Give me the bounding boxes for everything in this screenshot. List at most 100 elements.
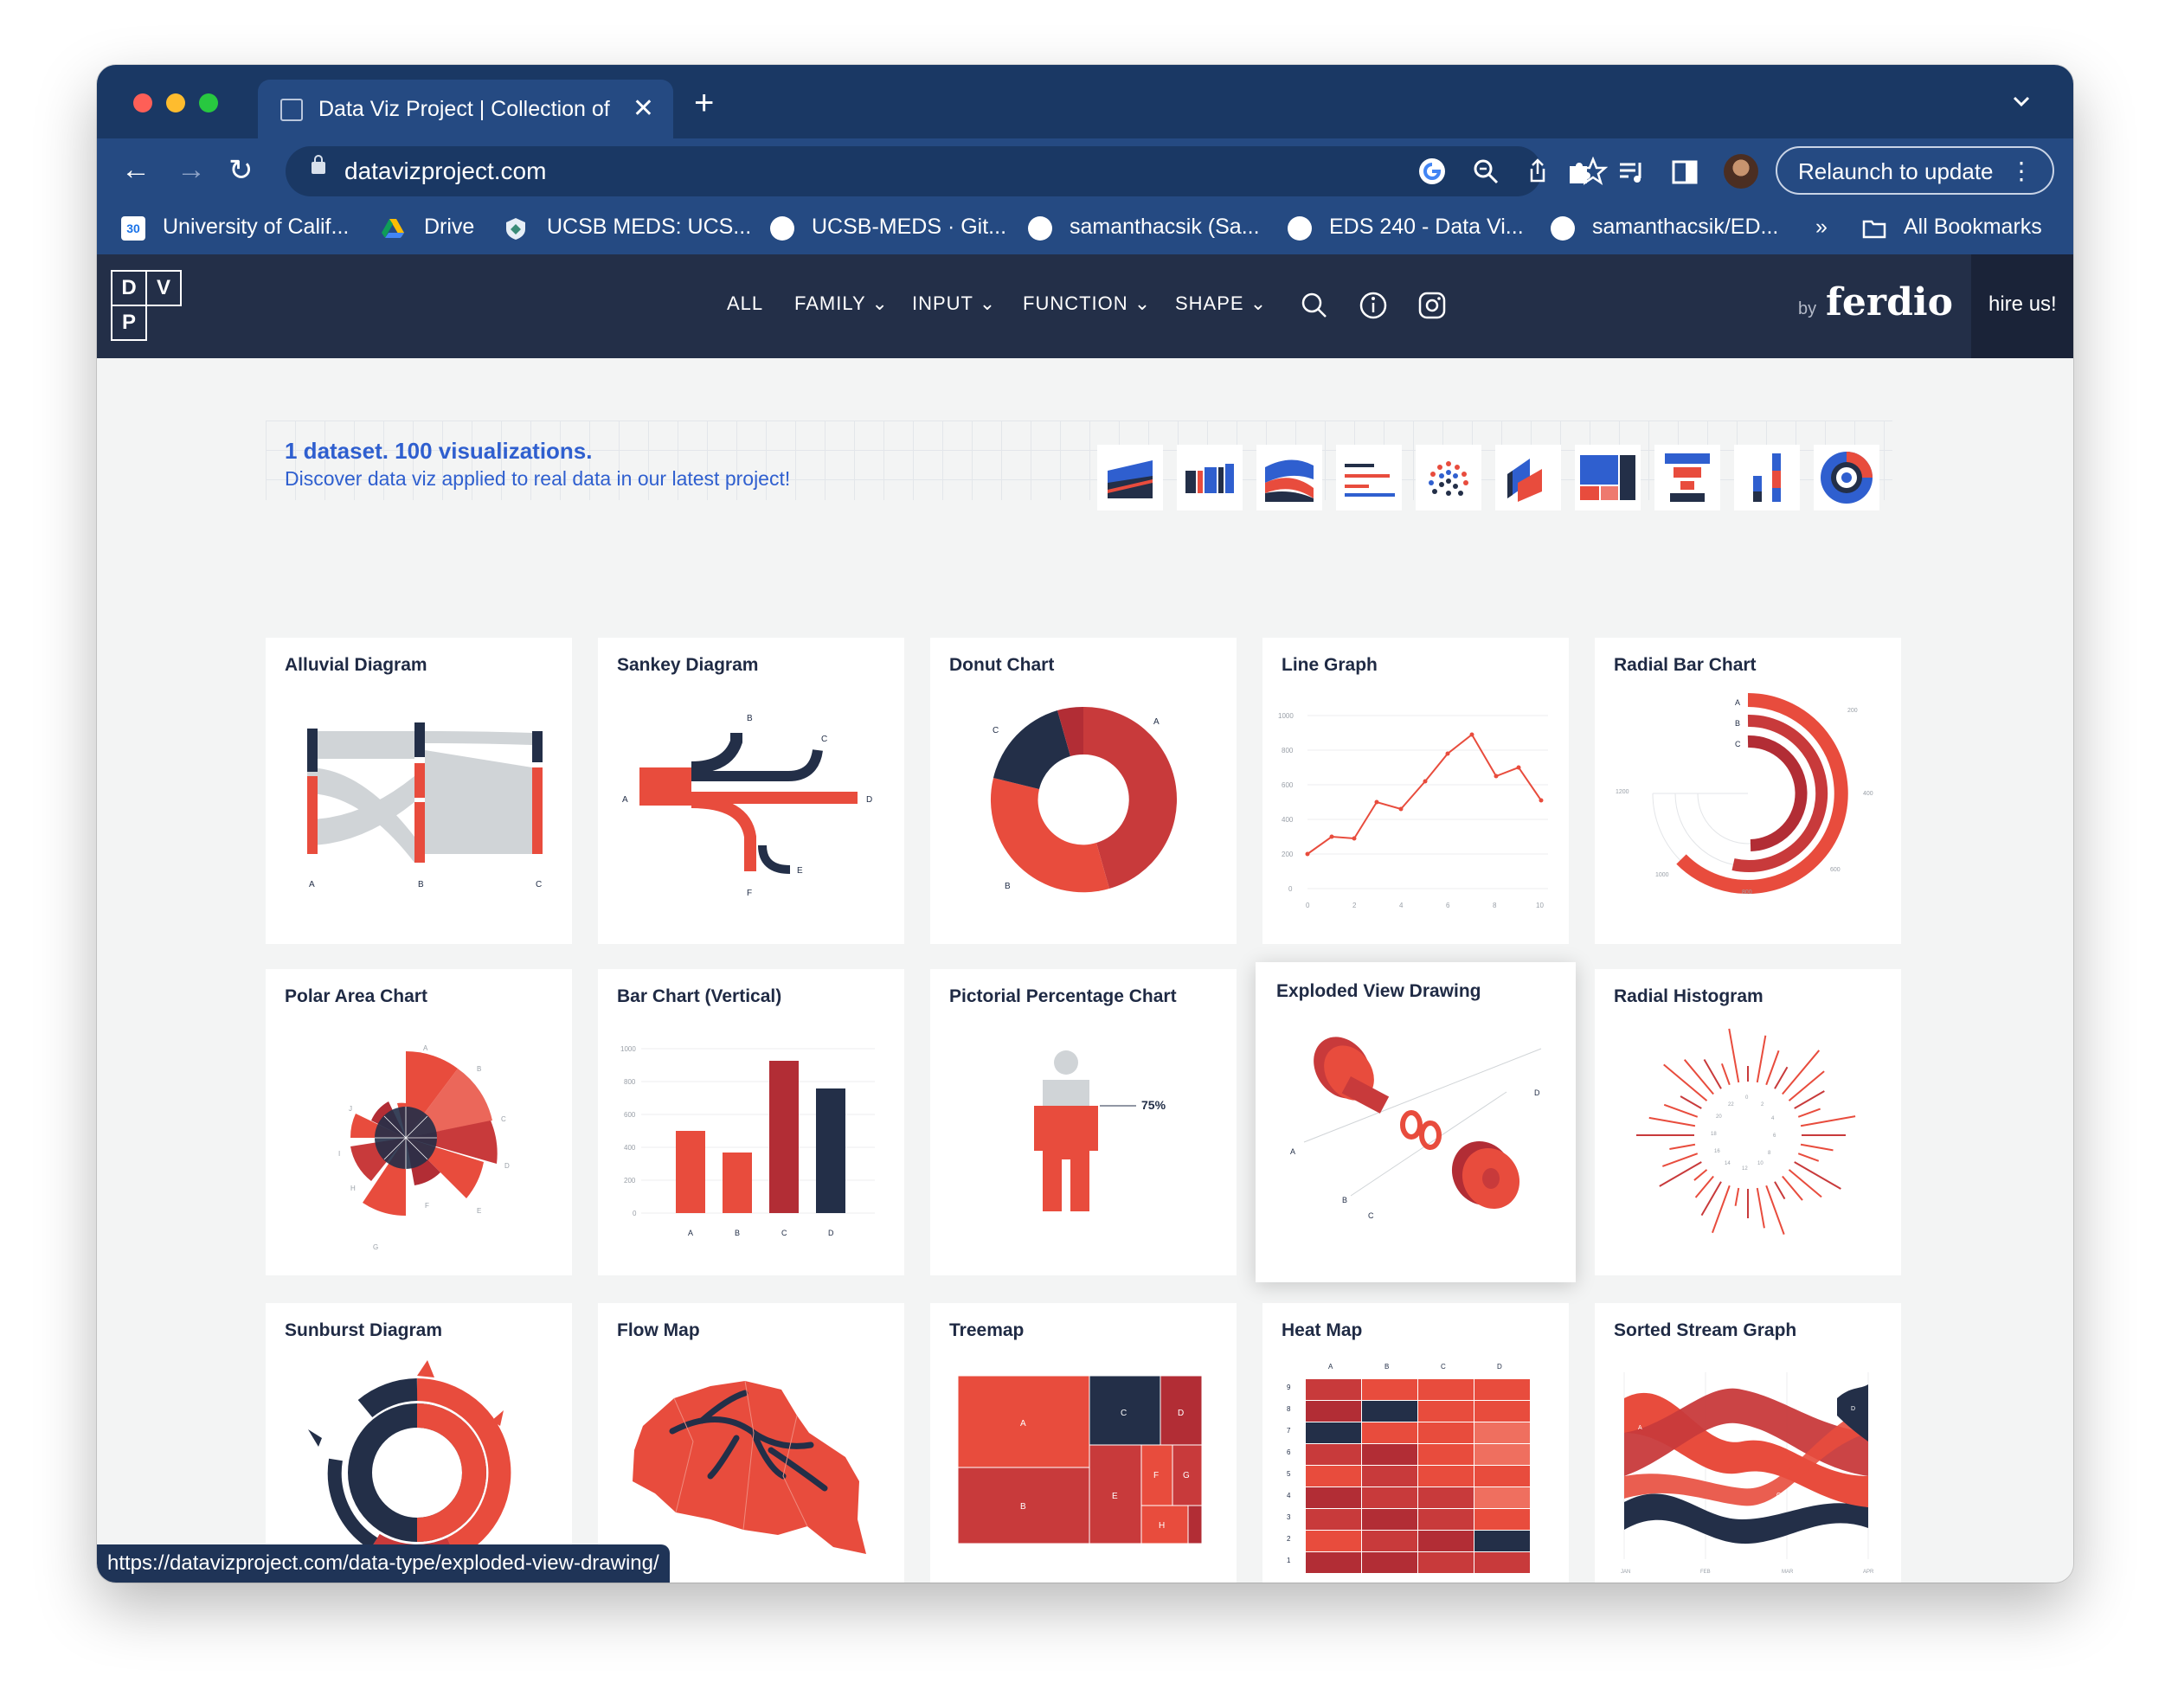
banner-subtitle[interactable]: Discover data viz applied to real data i… [285, 467, 790, 491]
nav-all[interactable]: ALL [727, 292, 763, 315]
viz-card-bar-chart-vertical[interactable]: Bar Chart (Vertical) 1000 800 600 400 20… [598, 969, 904, 1275]
viz-card-line-graph[interactable]: Line Graph 1000 800 600 400 200 0 0 2 4 … [1262, 638, 1569, 944]
zoom-icon[interactable] [1471, 157, 1500, 186]
hour-tick: 2 [1761, 1102, 1764, 1108]
banner-thumbnail[interactable] [1654, 445, 1720, 510]
chevron-down-icon: ⌄ [979, 292, 997, 314]
nav-shape[interactable]: SHAPE ⌄ [1175, 292, 1267, 315]
banner-title[interactable]: 1 dataset. 100 visualizations. [285, 438, 593, 465]
part-label: B [1342, 1196, 1347, 1204]
heatmap-cell [1306, 1401, 1361, 1422]
reload-icon[interactable]: ↻ [228, 153, 254, 188]
heatmap-cell [1418, 1552, 1474, 1573]
bar-chart-vertical-icon: 1000 800 600 400 200 0 A B C D [620, 1045, 875, 1237]
lock-icon[interactable] [312, 155, 325, 174]
bookmark-label: samanthacsik (Sa... [1070, 215, 1260, 239]
extensions-puzzle-icon[interactable] [1564, 157, 1594, 187]
all-bookmarks-link[interactable]: All Bookmarks [1904, 215, 2042, 240]
viz-card-alluvial-diagram[interactable]: Alluvial Diagram A B C [266, 638, 572, 944]
heatmap-cell [1306, 1444, 1361, 1465]
stream-label: A [1638, 1425, 1642, 1431]
viz-card-donut-chart[interactable]: Donut Chart A B C [930, 638, 1237, 944]
viz-card-radial-histogram[interactable]: Radial Histogram 0 2 4 6 8 10 12 14 16 1… [1595, 969, 1901, 1275]
side-panel-icon[interactable] [1670, 157, 1699, 187]
google-lens-icon[interactable] [1417, 157, 1447, 186]
sector-label: E [477, 1207, 481, 1215]
bookmark-label: samanthacsik/ED... [1592, 215, 1779, 239]
histogram-ray [1756, 1035, 1767, 1083]
hire-us-button[interactable]: hire us! [1971, 254, 2073, 358]
donut-chart-icon: A B C [990, 706, 1178, 893]
y-tick: 600 [624, 1111, 636, 1119]
browser-menu-icon[interactable]: ⋮ [2009, 157, 2033, 185]
banner-thumbnail[interactable] [1416, 445, 1481, 510]
ferdio-logo[interactable]: ferdio [1826, 280, 1953, 324]
banner-thumbnail[interactable] [1256, 445, 1322, 510]
heatmap-cell [1474, 1509, 1530, 1530]
tab-search-chevron-icon[interactable] [2011, 91, 2032, 112]
logo-letter: D [111, 270, 147, 306]
share-icon[interactable] [1523, 157, 1552, 186]
sector-label: A [423, 1044, 428, 1052]
maximize-window-button[interactable] [199, 93, 218, 112]
banner-thumbnail[interactable] [1177, 445, 1243, 510]
histogram-ray [1728, 1028, 1740, 1083]
histogram-ray [1693, 1169, 1708, 1181]
banner-thumbnail[interactable] [1495, 445, 1561, 510]
close-tab-icon[interactable]: ✕ [633, 93, 654, 124]
media-control-icon[interactable] [1616, 157, 1646, 187]
nav-input[interactable]: INPUT ⌄ [912, 292, 996, 315]
instagram-icon[interactable] [1417, 291, 1447, 320]
heatmap-cell [1362, 1379, 1417, 1400]
heatmap-cell [1362, 1552, 1417, 1573]
folder-icon[interactable] [1862, 216, 1886, 241]
axis-label: A [309, 880, 315, 889]
heatmap-cell [1474, 1466, 1530, 1486]
viz-card-pictorial-percentage-chart[interactable]: Pictorial Percentage Chart 75% [930, 969, 1237, 1275]
bookmarks-overflow-chevron[interactable]: » [1815, 215, 1828, 240]
banner-thumbnail[interactable] [1814, 445, 1879, 510]
viz-card-sorted-stream-graph[interactable]: Sorted Stream Graph A B C D JAN FEB MAR [1595, 1303, 1901, 1583]
viz-card-exploded-view-drawing[interactable]: Exploded View Drawing A B C D [1256, 962, 1576, 1282]
exploded-view-drawing-icon: A B C D [1290, 1037, 1542, 1220]
histogram-ray [1800, 1143, 1834, 1152]
dvp-logo[interactable]: D V P [111, 270, 183, 343]
banner-thumbnail[interactable] [1575, 445, 1641, 510]
alluvial-diagram-icon: A B C [307, 722, 543, 889]
back-arrow-icon[interactable]: ← [121, 153, 151, 187]
nav-family[interactable]: FAMILY ⌄ [794, 292, 889, 315]
new-tab-button[interactable]: + [694, 84, 714, 123]
relaunch-to-update-button[interactable]: Relaunch to update ⋮ [1776, 146, 2054, 195]
hour-tick: 22 [1728, 1102, 1734, 1108]
viz-card-sunburst-diagram[interactable]: Sunburst Diagram [266, 1303, 572, 1583]
search-icon[interactable] [1300, 291, 1329, 320]
address-bar[interactable]: datavizproject.com [286, 146, 1608, 196]
viz-card-radial-bar-chart[interactable]: Radial Bar Chart A B C 200 400 600 800 1… [1595, 638, 1901, 944]
viz-card-treemap[interactable]: Treemap A B C D E F G H [930, 1303, 1237, 1583]
row-label: 2 [1287, 1535, 1291, 1543]
browser-tab-active[interactable]: Data Viz Project | Collection of ✕ [258, 80, 673, 138]
heatmap-cell [1474, 1401, 1530, 1422]
forward-arrow-icon[interactable]: → [177, 153, 206, 187]
main-content: 1 dataset. 100 visualizations. Discover … [97, 358, 2073, 1583]
github-icon [1028, 216, 1052, 241]
viz-card-polar-area-chart[interactable]: Polar Area Chart A B C D E F G H I J [266, 969, 572, 1275]
profile-avatar[interactable] [1724, 154, 1758, 189]
sector-label: I [338, 1150, 340, 1158]
viz-card-flow-map[interactable]: Flow Map [598, 1303, 904, 1583]
banner-thumbnail[interactable] [1734, 445, 1800, 510]
banner-thumbnail[interactable] [1097, 445, 1163, 510]
banner-thumbnail[interactable] [1336, 445, 1402, 510]
sunburst-diagram-icon [308, 1360, 511, 1578]
treemap-icon: A B C D E F G H [957, 1375, 1203, 1544]
histogram-ray [1720, 1063, 1731, 1086]
close-window-button[interactable] [133, 93, 152, 112]
nav-function[interactable]: FUNCTION ⌄ [1023, 292, 1151, 315]
sector-label: G [373, 1243, 378, 1251]
info-icon[interactable] [1359, 291, 1388, 320]
heatmap-cell [1474, 1422, 1530, 1443]
viz-card-heat-map[interactable]: Heat Map A B C D 9 8 7 6 5 4 3 2 1 [1262, 1303, 1569, 1583]
meds-shield-icon [506, 218, 525, 240]
viz-card-sankey-diagram[interactable]: Sankey Diagram A B C D E F [598, 638, 904, 944]
minimize-window-button[interactable] [166, 93, 185, 112]
